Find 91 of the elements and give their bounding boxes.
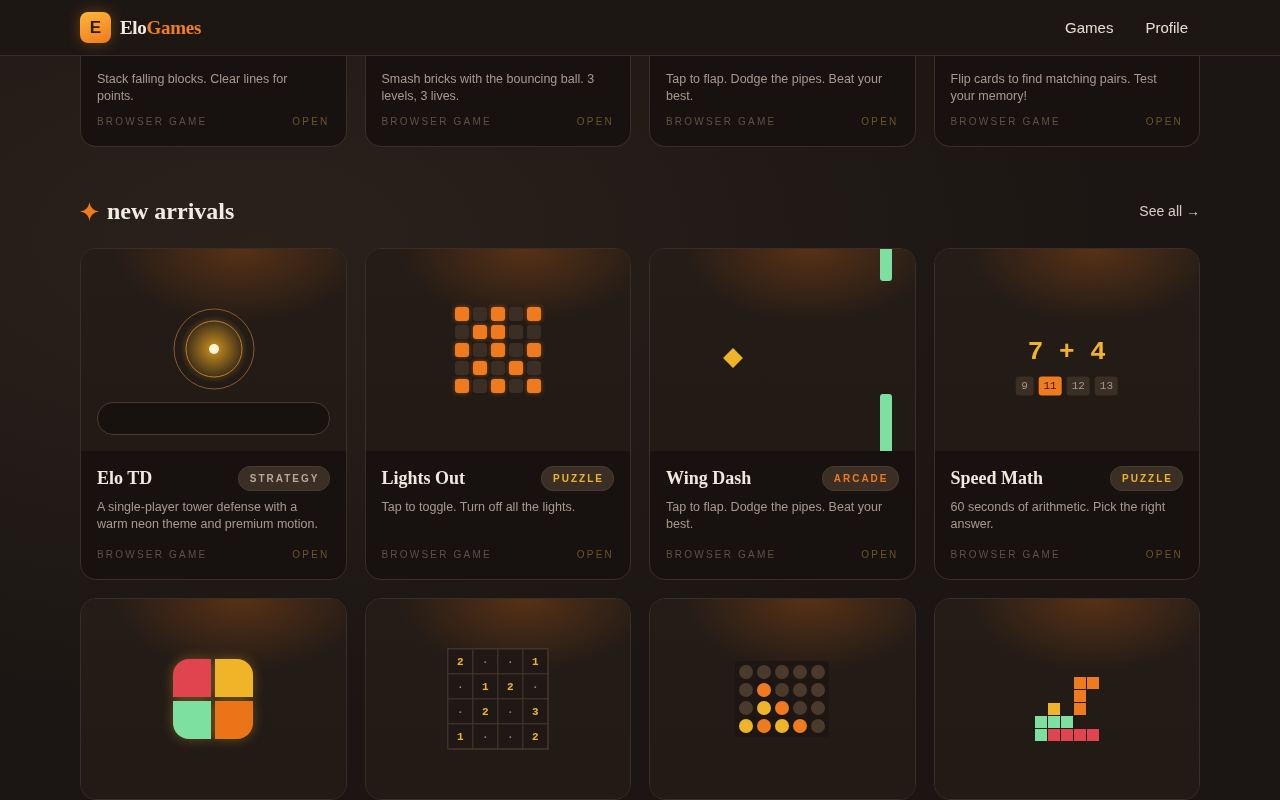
category-tag: PUZZLE xyxy=(1110,465,1183,491)
game-title: Wing Dash xyxy=(666,467,752,489)
light-cell[interactable] xyxy=(508,379,523,393)
see-all-link[interactable]: See all → xyxy=(1139,203,1200,219)
platform-label: BROWSER GAME xyxy=(666,116,777,128)
light-cell[interactable] xyxy=(526,325,541,339)
sparkle-icon xyxy=(80,201,99,221)
nav-link[interactable]: Games xyxy=(1065,19,1114,36)
game-card[interactable]: Lights Out PUZZLE Tap to toggle. Turn off all the lights. BROWSER GAME OPEN xyxy=(364,248,631,580)
section-title: new arrivals xyxy=(107,197,235,225)
grid-cell[interactable]: 2 xyxy=(448,649,474,675)
light-cell[interactable] xyxy=(508,361,523,375)
platform-label: BROWSER GAME xyxy=(381,116,492,128)
game-description: Tap to flap. Dodge the pipes. Beat your best. xyxy=(666,71,884,105)
pipe-drawing xyxy=(880,394,892,451)
platform-label: BROWSER GAME xyxy=(97,549,208,561)
game-card[interactable]: Stack falling blocks. Clear lines for points. BROWSER GAME OPEN xyxy=(80,56,347,147)
light-cell[interactable] xyxy=(490,325,505,339)
grid-cell[interactable]: · xyxy=(523,674,549,700)
category-tag: PUZZLE xyxy=(541,465,614,491)
light-cell[interactable] xyxy=(454,343,469,357)
grid-cell[interactable]: · xyxy=(498,724,524,750)
answer-chip[interactable]: 11 xyxy=(1038,376,1062,396)
light-cell[interactable] xyxy=(490,361,505,375)
game-card[interactable]: Smash bricks with the bouncing ball. 3 levels, 3 lives. BROWSER GAME OPEN xyxy=(364,56,631,147)
light-cell[interactable] xyxy=(490,307,505,321)
grid-cell[interactable]: · xyxy=(473,724,499,750)
light-cell[interactable] xyxy=(454,307,469,321)
light-cell[interactable] xyxy=(526,379,541,393)
category-tag: ARCADE xyxy=(821,465,899,491)
game-description: Flip cards to find matching pairs. Test your memory! xyxy=(950,71,1158,105)
light-cell[interactable] xyxy=(472,361,487,375)
game-card[interactable]: Flip cards to find matching pairs. Test your memory! BROWSER GAME OPEN xyxy=(933,56,1200,147)
game-description: Smash bricks with the bouncing ball. 3 levels, 3 lives. xyxy=(381,71,596,105)
game-card[interactable]: Wing Dash ARCADE Tap to flap. Dodge the pipes. Beat your best. BROWSER GAME OPEN xyxy=(649,248,916,580)
grid-cell[interactable]: 1 xyxy=(523,649,549,675)
grid-cell[interactable]: 1 xyxy=(473,674,499,700)
game-card[interactable]: 7 + 4 9 11 12 13 Speed Math PUZZLE 60 seconds of arithmetic. Pick the right answer. BROWSER GAME OPEN xyxy=(933,248,1200,580)
game-title: Speed Math xyxy=(950,467,1043,489)
light-cell[interactable] xyxy=(454,325,469,339)
grid-cell[interactable]: · xyxy=(498,649,524,675)
light-cell[interactable] xyxy=(472,307,487,321)
light-cell[interactable] xyxy=(454,361,469,375)
math-question: 7 + 4 xyxy=(1026,336,1107,367)
game-card[interactable] xyxy=(933,598,1200,800)
game-card[interactable]: Elo TD STRATEGY A single-player tower defense with a warm neon theme and premium motion. BROWSER GAME OPEN xyxy=(80,248,347,580)
game-description: Tap to toggle. Turn off all the lights. xyxy=(381,499,577,516)
light-cell[interactable] xyxy=(490,379,505,393)
game-card[interactable]: 2 · · 1 · 1 2 · · 2 · 3 1 · · 2 xyxy=(364,598,631,800)
light-cell[interactable] xyxy=(526,307,541,321)
answer-chip[interactable]: 9 xyxy=(1015,376,1034,396)
light-cell[interactable] xyxy=(526,361,541,375)
logo-icon[interactable]: E xyxy=(80,12,111,43)
grid-cell[interactable]: · xyxy=(448,674,474,700)
light-cell[interactable] xyxy=(472,379,487,393)
light-cell[interactable] xyxy=(508,307,523,321)
answer-chip[interactable]: 13 xyxy=(1094,376,1119,396)
game-title: Elo TD xyxy=(97,467,153,489)
grid-cell[interactable]: 2 xyxy=(523,724,549,750)
light-cell[interactable] xyxy=(526,343,541,357)
pipe-drawing xyxy=(880,249,892,281)
platform-label: BROWSER GAME xyxy=(950,116,1061,128)
brand-name[interactable]: EloGames xyxy=(120,16,201,39)
game-card[interactable] xyxy=(80,598,347,800)
grid-cell[interactable]: 3 xyxy=(523,699,549,725)
grid-cell[interactable]: · xyxy=(448,699,474,725)
game-description: Stack falling blocks. Clear lines for points. xyxy=(97,71,289,105)
game-description: A single-player tower defense with a warm neon theme and premium motion. xyxy=(97,499,319,533)
light-cell[interactable] xyxy=(508,325,523,339)
grid-cell[interactable]: 2 xyxy=(498,674,524,700)
light-cell[interactable] xyxy=(454,379,469,393)
light-cell[interactable] xyxy=(472,343,487,357)
grid-cell[interactable]: · xyxy=(498,699,524,725)
grid-cell[interactable]: 2 xyxy=(473,699,499,725)
game-description: 60 seconds of arithmetic. Pick the right answer. xyxy=(950,499,1167,533)
light-cell[interactable] xyxy=(490,343,505,357)
answer-chip[interactable]: 12 xyxy=(1066,376,1090,396)
game-card[interactable]: Tap to flap. Dodge the pipes. Beat your best. BROWSER GAME OPEN xyxy=(649,56,916,147)
platform-label: BROWSER GAME xyxy=(381,549,492,561)
platform-label: BROWSER GAME xyxy=(666,549,777,561)
game-title: Lights Out xyxy=(381,467,466,489)
light-cell[interactable] xyxy=(472,325,487,339)
nav-link[interactable]: Profile xyxy=(1145,19,1188,36)
grid-cell[interactable]: 1 xyxy=(448,724,474,750)
light-cell[interactable] xyxy=(508,343,523,357)
category-tag: STRATEGY xyxy=(237,465,330,491)
grid-cell[interactable]: · xyxy=(473,649,499,675)
platform-label: BROWSER GAME xyxy=(97,116,208,128)
four-tile-icon xyxy=(173,659,254,739)
platform-label: BROWSER GAME xyxy=(950,549,1061,561)
game-description: Tap to flap. Dodge the pipes. Beat your best. xyxy=(666,499,884,533)
